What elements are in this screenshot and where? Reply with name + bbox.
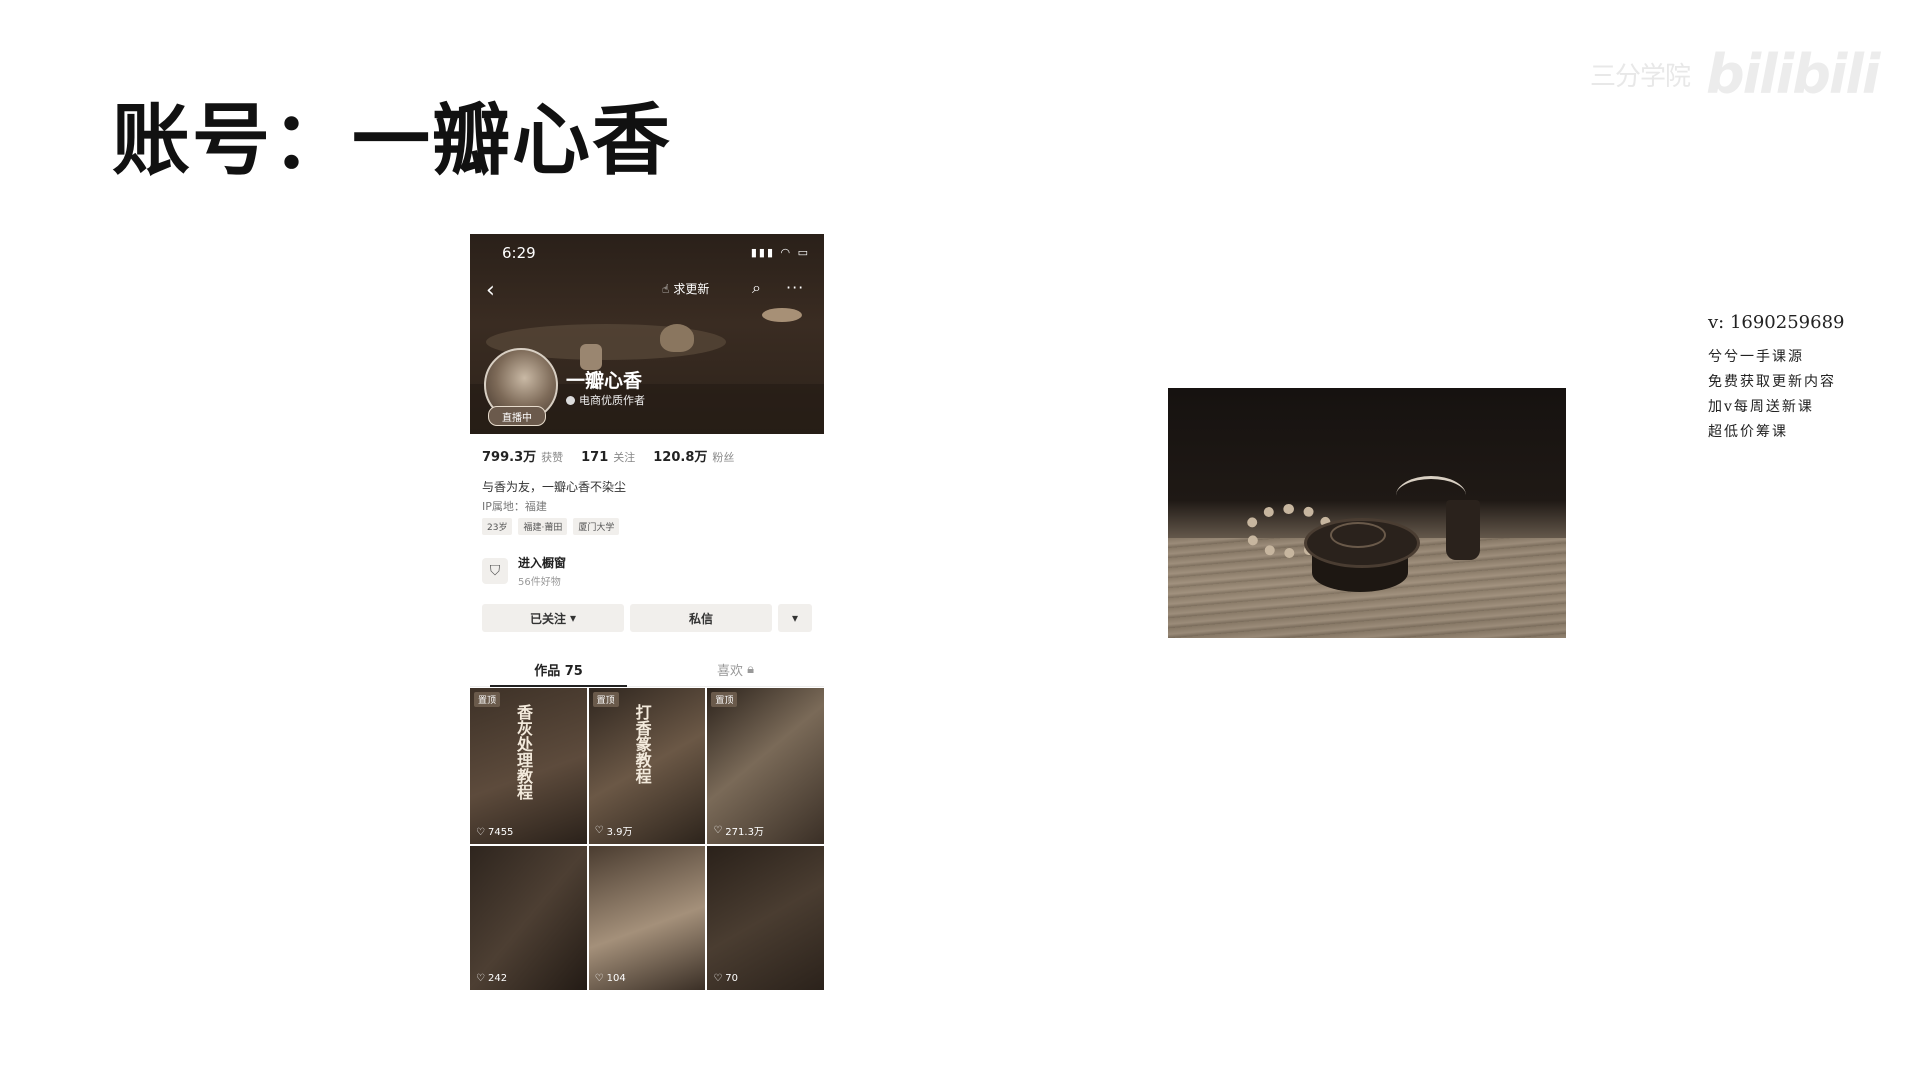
status-icons: ▮▮▮ ◠ ▭	[750, 246, 810, 259]
profile-actions: 已关注 ▾ 私信 ▾	[482, 604, 812, 632]
followed-label: 已关注	[529, 611, 566, 626]
shop-title: 进入橱窗	[518, 556, 567, 570]
request-update-label: 求更新	[673, 282, 710, 296]
profile-name: 一瓣心香	[566, 370, 643, 392]
lock-icon: 🔒︎	[742, 661, 755, 677]
shop-subtitle: 56件好物	[518, 577, 561, 588]
tab-likes-label: 喜欢	[716, 663, 743, 679]
contact-line: 兮兮一手课源	[1708, 349, 1804, 365]
thumb-icon: ☝	[662, 281, 670, 296]
video-thumbnail[interactable]: 置顶 香灰处理教程 ♡ 7455	[470, 688, 587, 844]
tab-works[interactable]: 作品 75	[470, 652, 647, 687]
tab-works-label: 作品 75	[534, 663, 583, 679]
douyin-profile-screenshot: 6:29 ▮▮▮ ◠ ▭ ‹ ☝ 求更新 ⌕ ··· 直播中 一瓣心香 电商优质…	[470, 234, 824, 990]
caret-down-icon: ▾	[569, 611, 577, 625]
video-thumbnail[interactable]: ♡ 242	[470, 846, 587, 990]
stat-value: 171	[581, 450, 609, 465]
tab-likes[interactable]: 喜欢 🔒︎	[647, 652, 824, 686]
stat-label: 粉丝	[712, 451, 735, 464]
contact-line: 加v每周送新课	[1708, 399, 1814, 415]
more-actions-button[interactable]: ▾	[778, 604, 812, 632]
pinned-badge: 置顶	[592, 692, 619, 707]
video-thumbnail[interactable]: ♡ 70	[707, 846, 824, 990]
bilibili-logo: bilibili	[1706, 42, 1880, 106]
heart-icon: ♡	[476, 973, 485, 984]
shopping-bag-icon: ⛉	[482, 558, 508, 584]
pinned-badge: 置顶	[474, 692, 501, 707]
stat-likes[interactable]: 799.3万 获赞	[482, 446, 563, 465]
stat-label: 关注	[613, 451, 636, 464]
pinned-badge: 置顶	[711, 692, 738, 707]
tag-location: 福建·莆田	[518, 518, 568, 535]
followed-button[interactable]: 已关注 ▾	[482, 604, 624, 632]
video-thumbnail[interactable]: 置顶 ♡ 271.3万	[707, 688, 824, 844]
wechat-id: v: 1690259689	[1708, 312, 1845, 333]
profile-tags: 23岁 福建·莆田 厦门大学	[482, 518, 620, 535]
stat-value: 120.8万	[653, 450, 708, 465]
tag-school: 厦门大学	[573, 518, 620, 535]
heart-icon: ♡	[713, 825, 723, 836]
like-count: ♡ 242	[476, 973, 508, 984]
stat-following[interactable]: 171 关注	[581, 449, 635, 465]
tag-age: 23岁	[482, 518, 513, 535]
contact-note: v: 1690259689 兮兮一手课源 免费获取更新内容 加v每周送新课 超低…	[1708, 312, 1844, 445]
profile-stats: 799.3万 获赞 171 关注 120.8万 粉丝	[482, 446, 734, 465]
like-count: ♡ 3.9万	[594, 825, 633, 838]
contact-line: 超低价筹课	[1708, 424, 1788, 440]
request-update-button[interactable]: ☝ 求更新	[662, 280, 709, 297]
caret-down-icon: ▾	[791, 611, 799, 625]
like-count: ♡ 271.3万	[713, 825, 764, 838]
search-icon[interactable]: ⌕	[752, 278, 761, 298]
video-grid: 置顶 香灰处理教程 ♡ 7455 置顶 打香篆教程 ♡ 3.9万 置顶 ♡ 271.3…	[470, 688, 824, 990]
contact-line: 免费获取更新内容	[1708, 374, 1836, 390]
message-button[interactable]: 私信	[630, 604, 772, 632]
shop-window-entry[interactable]: ⛉ 进入橱窗 56件好物	[482, 554, 566, 588]
bilibili-watermark: 三分学院 bilibili	[1590, 42, 1910, 106]
slide-title: 账号：一瓣心香	[112, 96, 673, 186]
status-time: 6:29	[502, 244, 536, 262]
stat-value: 799.3万	[482, 450, 537, 465]
heart-icon: ♡	[476, 827, 485, 838]
more-icon[interactable]: ···	[786, 278, 804, 297]
incense-burner-photo	[1168, 388, 1566, 638]
ip-location: IP属地：福建	[482, 500, 547, 513]
like-count: ♡ 70	[713, 973, 739, 984]
profile-bio: 与香为友，一瓣心香不染尘	[482, 480, 627, 494]
heart-icon: ♡	[594, 825, 604, 836]
profile-banner: 6:29 ▮▮▮ ◠ ▭ ‹ ☝ 求更新 ⌕ ··· 直播中 一瓣心香 电商优质…	[470, 234, 824, 434]
heart-icon: ♡	[594, 973, 604, 984]
cover-title: 香灰处理教程	[514, 704, 533, 800]
back-icon[interactable]: ‹	[486, 280, 495, 302]
live-badge[interactable]: 直播中	[488, 406, 546, 426]
content-tabs: 作品 75 喜欢 🔒︎	[470, 652, 824, 687]
cover-title: 打香篆教程	[632, 704, 652, 784]
verified-icon	[566, 395, 575, 405]
profile-role-label: 电商优质作者	[579, 394, 645, 407]
profile-role: 电商优质作者	[566, 392, 645, 408]
like-count: ♡ 7455	[476, 827, 514, 838]
watermark-text: 三分学院	[1590, 61, 1691, 92]
stat-label: 获赞	[541, 451, 564, 464]
video-thumbnail[interactable]: ♡ 104	[588, 846, 706, 990]
message-label: 私信	[688, 611, 713, 626]
like-count: ♡ 104	[594, 973, 626, 984]
heart-icon: ♡	[713, 973, 723, 984]
video-thumbnail[interactable]: 置顶 打香篆教程 ♡ 3.9万	[588, 688, 706, 844]
stat-followers[interactable]: 120.8万 粉丝	[653, 446, 734, 465]
live-badge-label: 直播中	[502, 412, 532, 424]
